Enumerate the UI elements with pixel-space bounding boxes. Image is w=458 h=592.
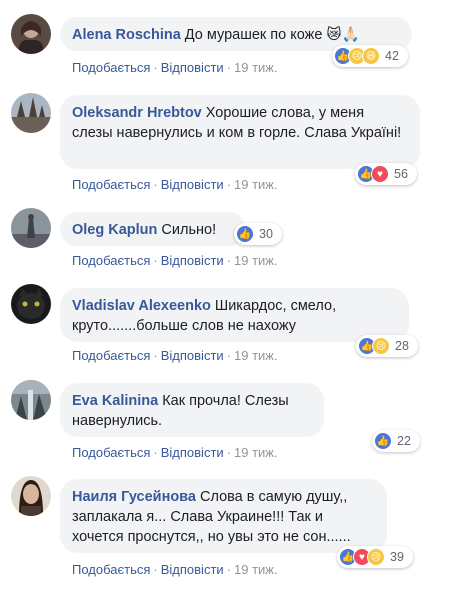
like-link[interactable]: Подобається [72,253,150,268]
reactions-summary[interactable]: 👍 22 [372,430,420,452]
timestamp[interactable]: 19 тиж. [234,562,278,577]
comment-author[interactable]: Oleksandr Hrebtov [72,105,202,121]
comment-actions: Подобається · Відповісти · 19 тиж. [72,445,278,461]
reply-link[interactable]: Відповісти [161,445,224,460]
reply-link[interactable]: Відповісти [161,60,224,75]
comment-actions: Подобається · Відповісти · 19 тиж. [72,253,278,269]
separator: · [226,562,232,577]
comment-author[interactable]: Наиля Гусейнова [72,489,196,505]
like-reaction-icon: 👍 [374,432,392,450]
separator: · [226,60,232,75]
reaction-count: 39 [390,550,404,564]
reactions-summary[interactable]: 👍 ♥ 56 [355,163,417,185]
reaction-count: 30 [259,227,273,241]
timestamp[interactable]: 19 тиж. [234,445,278,460]
like-link[interactable]: Подобається [72,445,150,460]
avatar[interactable] [11,380,51,420]
separator: · [153,562,158,577]
comment-bubble: Vladislav Alexeenko Шикардос, смело, крут… [60,288,409,342]
like-link[interactable]: Подобається [72,60,150,75]
avatar[interactable] [11,14,51,54]
comment-actions: Подобається · Відповісти · 19 тиж. [72,562,278,578]
avatar[interactable] [11,476,51,516]
comment-bubble: Eva Kalinina Как прочла! Слезы навернулис… [60,383,324,437]
like-link[interactable]: Подобається [72,348,150,363]
reaction-count: 42 [385,49,399,63]
separator: · [153,60,158,75]
sad-reaction-icon: 😢 [372,337,390,355]
separator: · [153,253,158,268]
comment-actions: Подобається · Відповісти · 19 тиж. [72,177,278,193]
like-reaction-icon: 👍 [236,225,254,243]
separator: · [226,253,232,268]
timestamp[interactable]: 19 тиж. [234,348,278,363]
reaction-count: 28 [395,339,409,353]
separator: · [226,445,232,460]
avatar[interactable] [11,93,51,133]
comment-bubble: Наиля Гусейнова Слова в самую душу,, запл… [60,479,387,553]
separator: · [226,348,232,363]
comment-actions: Подобається · Відповісти · 19 тиж. [72,60,278,76]
reactions-summary[interactable]: 👍 😢 28 [356,335,418,357]
avatar[interactable] [11,208,51,248]
reply-link[interactable]: Відповісти [161,177,224,192]
reply-link[interactable]: Відповісти [161,253,224,268]
like-link[interactable]: Подобається [72,177,150,192]
timestamp[interactable]: 19 тиж. [234,60,278,75]
love-reaction-icon: ♥ [371,165,389,183]
reply-link[interactable]: Відповісти [161,348,224,363]
comment-actions: Подобається · Відповісти · 19 тиж. [72,348,278,364]
comment-bubble: Oleksandr Hrebtov Хорошие слова, у меня с… [60,95,420,169]
comment-text: Сильно! [161,222,217,238]
timestamp[interactable]: 19 тиж. [234,177,278,192]
comment-author[interactable]: Alena Roschina [72,27,181,43]
reactions-summary[interactable]: 👍 30 [234,223,282,245]
comment-author[interactable]: Eva Kalinina [72,393,158,409]
separator: · [226,177,232,192]
like-link[interactable]: Подобається [72,562,150,577]
reaction-count: 56 [394,167,408,181]
separator: · [153,445,158,460]
haha-reaction-icon: 😆 [362,47,380,65]
reactions-summary[interactable]: 👍 ♥ 😢 39 [337,546,413,568]
comment-bubble: Oleg Kaplun Сильно! [60,212,246,246]
separator: · [153,348,158,363]
comment-author[interactable]: Oleg Kaplun [72,222,157,238]
separator: · [153,177,158,192]
timestamp[interactable]: 19 тиж. [234,253,278,268]
sad-reaction-icon: 😢 [367,548,385,566]
reply-link[interactable]: Відповісти [161,562,224,577]
avatar[interactable] [11,284,51,324]
reaction-count: 22 [397,434,411,448]
reactions-summary[interactable]: 👍 😢 😆 42 [332,45,408,67]
comment-author[interactable]: Vladislav Alexeenko [72,298,211,314]
comment-text: До мурашек по коже 😿🙏🏻 [184,27,360,43]
